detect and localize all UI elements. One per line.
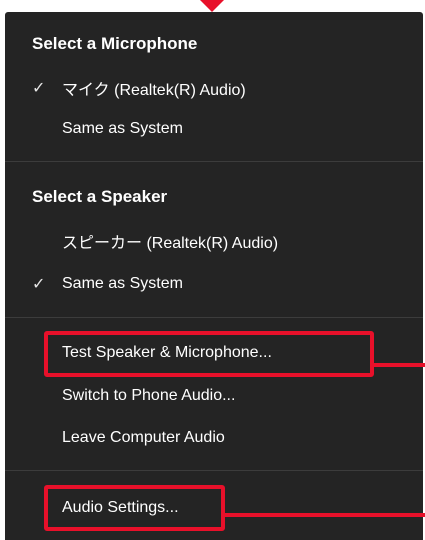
mic-option-realtek[interactable]: ✓ マイク (Realtek(R) Audio) xyxy=(32,73,246,103)
leave-computer-audio-label: Leave Computer Audio xyxy=(62,429,225,446)
switch-to-phone-audio-item[interactable]: Switch to Phone Audio... xyxy=(32,381,235,411)
section-divider xyxy=(5,470,423,471)
section-divider xyxy=(5,161,423,162)
checkmark-icon: ✓ xyxy=(32,276,46,293)
speaker-option-realtek[interactable]: スピーカー (Realtek(R) Audio) xyxy=(32,226,278,256)
audio-dropdown-menu: Select a Microphone ✓ マイク (Realtek(R) Au… xyxy=(5,12,423,540)
switch-to-phone-audio-label: Switch to Phone Audio... xyxy=(62,387,236,404)
highlight-box-audio-settings xyxy=(44,485,225,531)
speaker-option-same-as-system[interactable]: ✓ Same as System xyxy=(32,269,183,299)
highlight-box-test-speaker xyxy=(44,331,374,377)
mic-option-realtek-label: マイク (Realtek(R) Audio) xyxy=(62,82,246,99)
speaker-section-title: Select a Speaker xyxy=(32,187,168,206)
leave-computer-audio-item[interactable]: Leave Computer Audio xyxy=(32,423,225,453)
screenshot-stage: Select a Microphone ✓ マイク (Realtek(R) Au… xyxy=(0,0,425,540)
section-divider xyxy=(5,317,423,318)
microphone-section-title: Select a Microphone xyxy=(32,34,198,53)
checkmark-icon: ✓ xyxy=(32,80,46,97)
mic-option-same-as-system-label: Same as System xyxy=(62,120,183,137)
speaker-option-same-as-system-label: Same as System xyxy=(62,275,183,292)
pointer-arrow-icon xyxy=(200,0,224,12)
mic-option-same-as-system[interactable]: Same as System xyxy=(32,114,183,144)
speaker-option-realtek-label: スピーカー (Realtek(R) Audio) xyxy=(62,235,279,252)
highlight-connector-line xyxy=(374,363,425,367)
highlight-connector-line xyxy=(225,513,425,517)
